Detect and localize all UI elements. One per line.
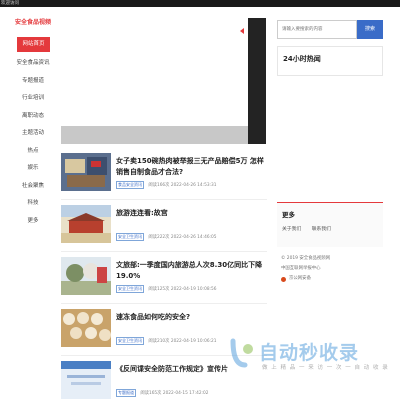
article-thumbnail[interactable] [61,309,111,347]
search-input[interactable] [278,21,356,38]
watermark-text: 自动秒收录 [259,342,360,364]
footer-icp-link[interactable]: 中国互联网举报中心 [281,264,381,274]
more-title: 更多 [282,211,295,219]
sidebar: 安全食品视频 网站首页 安全食品资讯 专题报道 行业培训 离职动态 主题活动 热… [12,18,54,230]
nav-item-entertainment[interactable]: 娱乐 [12,160,54,178]
nav-item-hot[interactable]: 热点 [12,143,54,161]
banner-prev-arrow-icon[interactable] [240,28,244,34]
article-date: 2022-04-26 14:46:05 [170,235,217,240]
article-tag[interactable]: 安全卫生资讯 [116,337,144,345]
browser-title-bar: 欢迎访问 [0,0,400,7]
site-logo[interactable]: 安全食品视频 [12,18,54,28]
nav-item-industry-training[interactable]: 行业培训 [12,90,54,108]
article-thumbnail[interactable] [61,257,111,295]
police-badge-icon [281,276,286,282]
about-us-link[interactable]: 关于我们 [282,227,301,232]
article-meta: 专题报道 阅读165次 2022-04-15 17:42:02 [116,389,208,397]
footer-police-record[interactable]: 京公网安备 [281,274,381,284]
watermark: 自动秒收录 做 上 精 品 一 来 访 一 次 一 自 动 收 录 [229,332,391,382]
nav-item-resign-news[interactable]: 离职动态 [12,108,54,126]
contact-us-link[interactable]: 联系我们 [312,227,331,232]
article-meta: 安全卫生资讯 阅读210次 2022-04-19 10:06:21 [116,337,216,345]
article-date: 2022-04-19 10:06:21 [170,339,217,344]
more-panel: 更多 关于我们 联系我们 [277,202,383,247]
article-tag[interactable]: 专题报道 [116,389,136,397]
nav-item-more[interactable]: 更多 [12,213,54,231]
article-views: 阅读166次 [148,183,170,188]
article-item[interactable]: 旅游连连看:故宫 安全卫生资讯 阅读222次 2022-04-26 14:46:… [61,200,267,252]
watermark-subtext: 做 上 精 品 一 来 访 一 次 一 自 动 收 录 [262,365,389,371]
article-date: 2022-04-26 14:53:31 [170,183,217,188]
article-views: 阅读165次 [140,391,162,396]
article-title[interactable]: 文旅部:一季度国内旅游总人次8.30亿同比下降19.0% [116,260,266,282]
article-date: 2022-04-15 17:42:02 [162,391,209,396]
banner-side-panel [248,18,266,144]
footer: © 2019 安全食品视频网 中国互联网举报中心 京公网安备 [281,254,381,284]
search-button[interactable]: 搜索 [357,20,383,39]
nav-item-food-news[interactable]: 安全食品资讯 [12,55,54,73]
hot-news-title: 24小时热闻 [283,55,321,63]
article-meta: 安全卫生资讯 阅读125次 2022-04-19 10:08:56 [116,285,216,293]
banner-caption-bar [61,126,248,144]
sidebar-nav: 网站首页 安全食品资讯 专题报道 行业培训 离职动态 主题活动 热点 娱乐 社会… [12,37,54,230]
nav-item-special-reports[interactable]: 专题报道 [12,73,54,91]
article-thumbnail[interactable] [61,205,111,243]
article-views: 阅读210次 [148,339,170,344]
article-tag[interactable]: 食品安全资讯 [116,181,144,189]
more-links: 关于我们 联系我们 [277,219,383,232]
article-views: 阅读125次 [148,287,170,292]
article-tag[interactable]: 安全卫生资讯 [116,285,144,293]
nav-item-tech[interactable]: 科技 [12,195,54,213]
article-item[interactable]: 文旅部:一季度国内旅游总人次8.30亿同比下降19.0% 安全卫生资讯 阅读12… [61,252,267,304]
article-meta: 食品安全资讯 阅读166次 2022-04-26 14:53:31 [116,181,216,189]
browser-title: 欢迎访问 [1,1,19,6]
article-thumbnail[interactable] [61,361,111,399]
nav-item-society[interactable]: 社会聚焦 [12,178,54,196]
article-title[interactable]: 旅游连连看:故宫 [116,208,266,219]
article-thumbnail[interactable] [61,153,111,191]
article-tag[interactable]: 安全卫生资讯 [116,233,144,241]
article-views: 阅读222次 [148,235,170,240]
banner-slider[interactable] [61,18,266,144]
footer-police-text: 京公网安备 [289,276,311,281]
footer-copyright: © 2019 安全食品视频网 [281,256,331,261]
watermark-logo-icon [230,338,253,368]
article-title[interactable]: 速冻食品如何吃的安全? [116,312,266,323]
search-field[interactable] [277,20,357,39]
hot-news-panel: 24小时热闻 [277,46,383,76]
article-date: 2022-04-19 10:08:56 [170,287,217,292]
article-title[interactable]: 女子卖150碗热肉被举报三无产品赔偿5万 怎样销售自制食品才合法? [116,156,266,178]
nav-item-home[interactable]: 网站首页 [17,37,50,52]
article-item[interactable]: 女子卖150碗热肉被举报三无产品赔偿5万 怎样销售自制食品才合法? 食品安全资讯… [61,148,267,200]
article-meta: 安全卫生资讯 阅读222次 2022-04-26 14:46:05 [116,233,216,241]
nav-item-events[interactable]: 主题活动 [12,125,54,143]
